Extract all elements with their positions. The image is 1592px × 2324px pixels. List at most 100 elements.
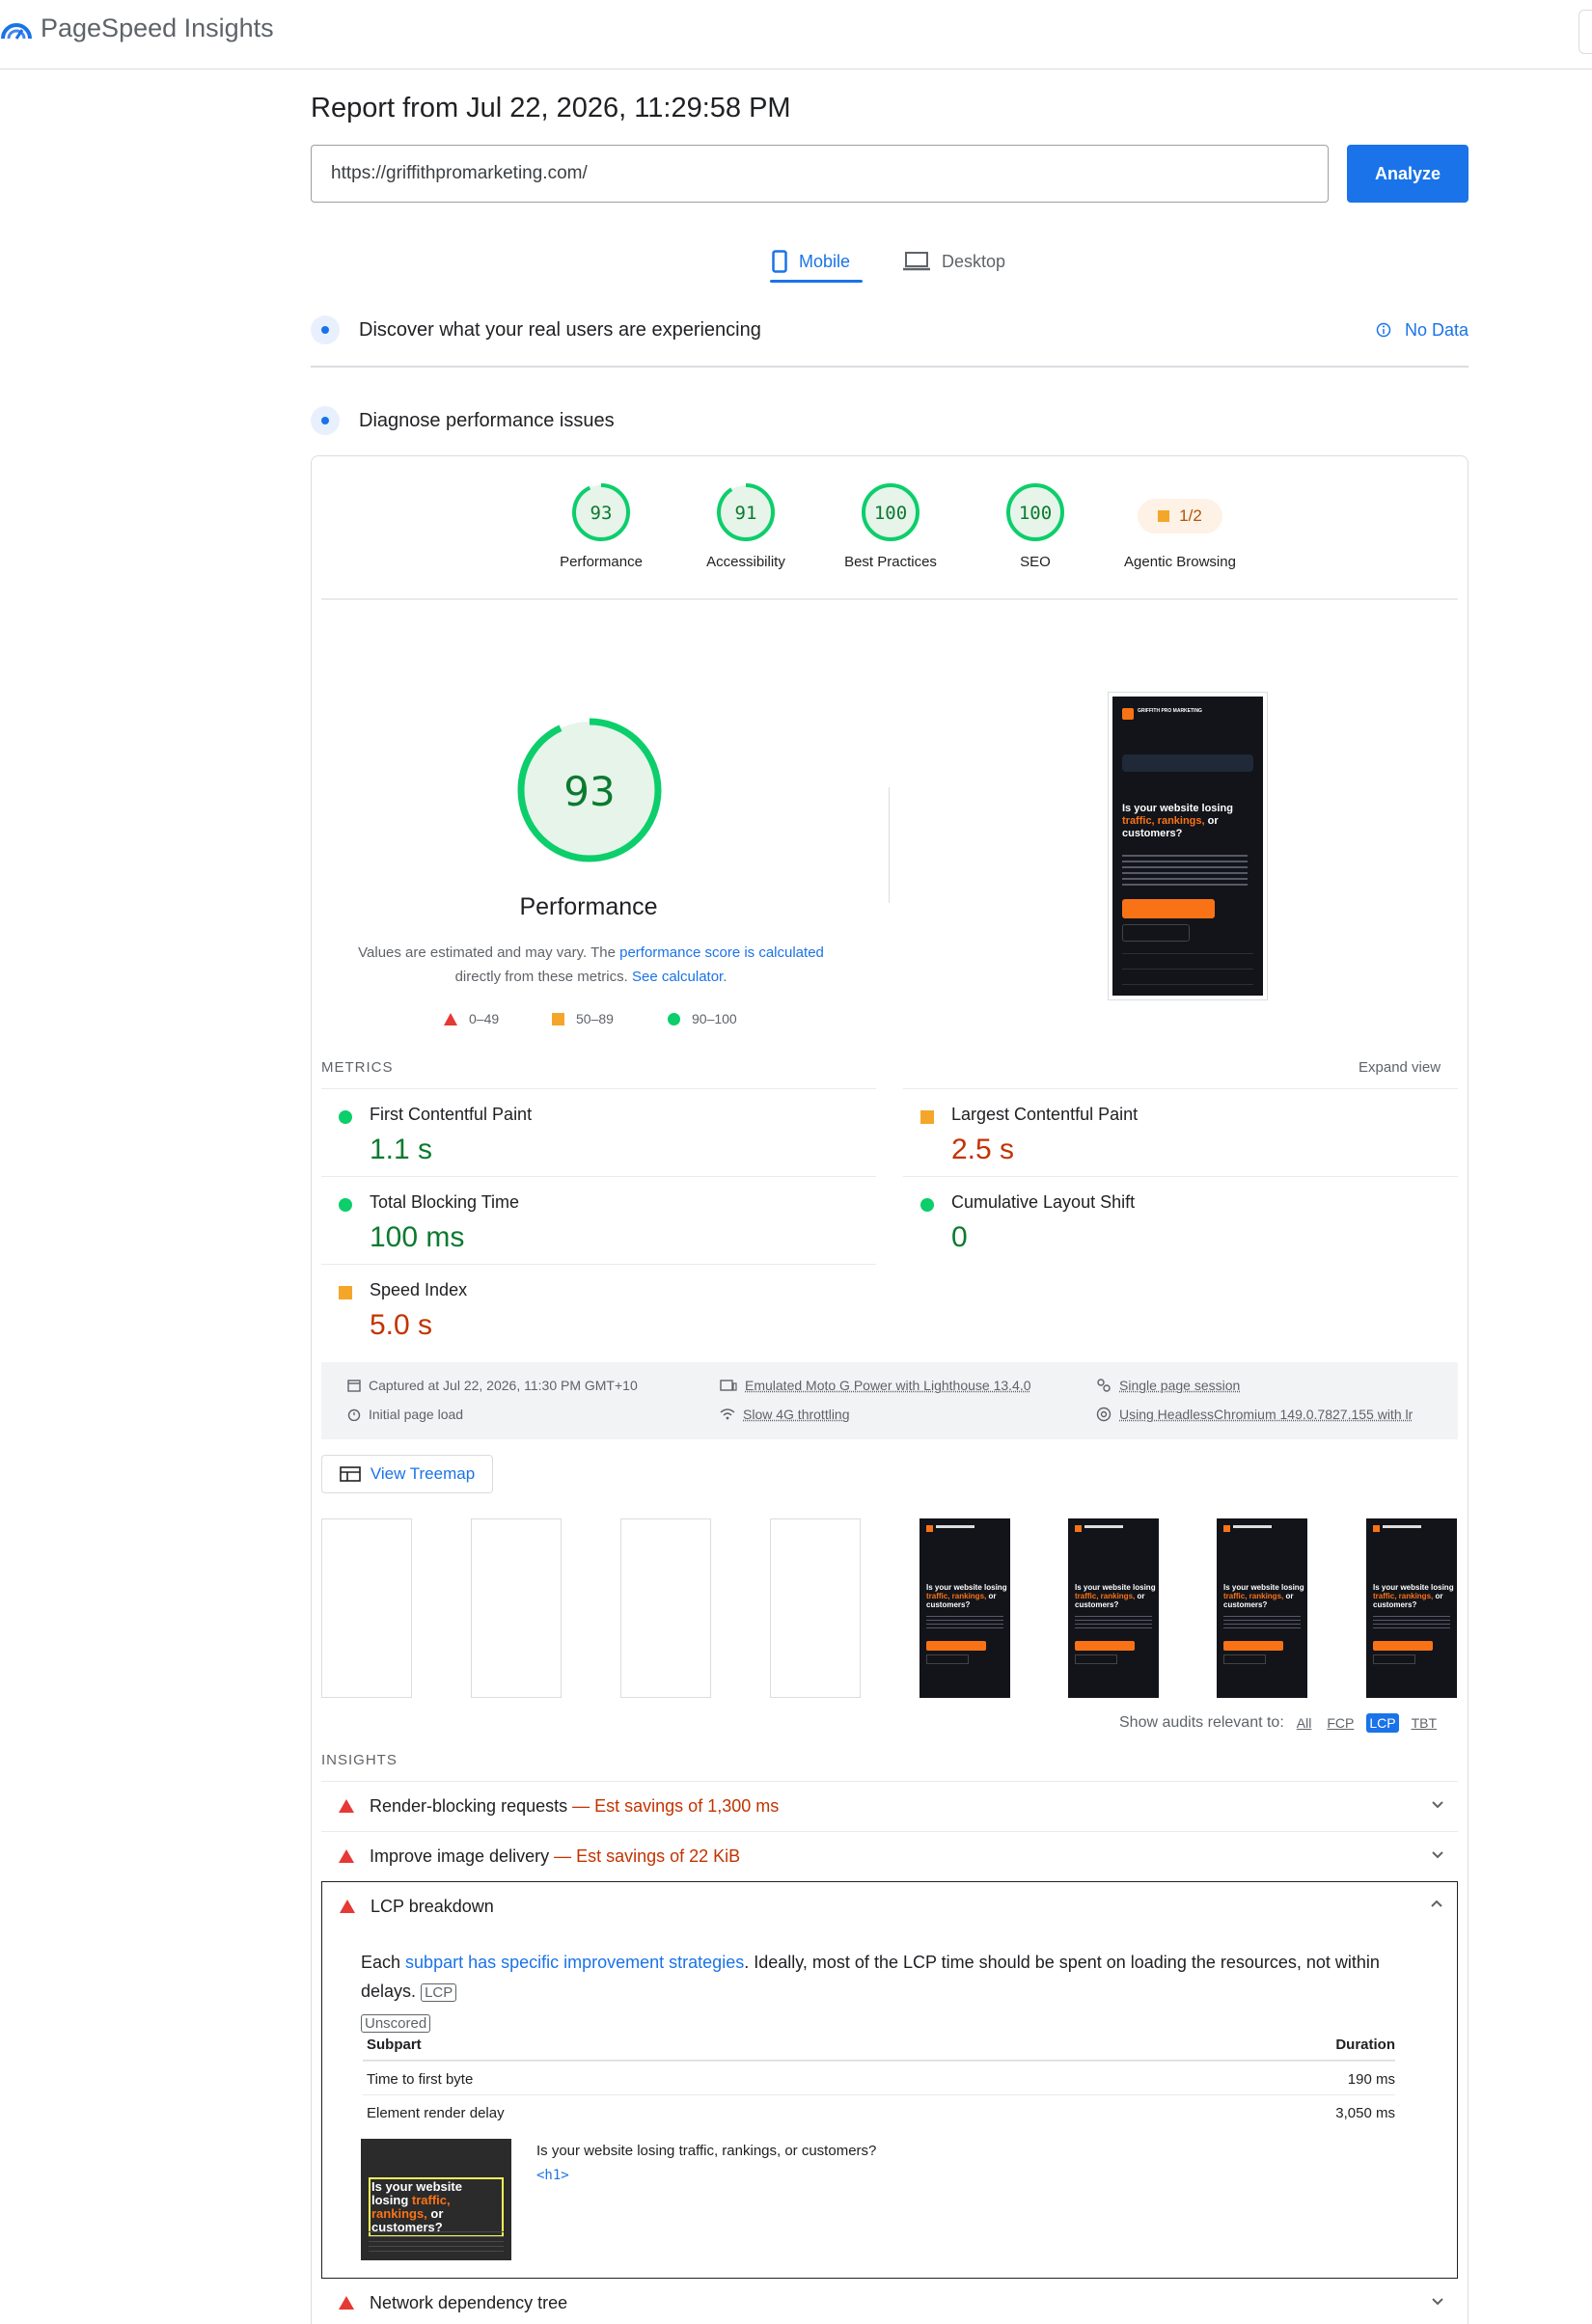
env-text: Single page session bbox=[1119, 1378, 1241, 1393]
pagespeed-logo-icon[interactable] bbox=[0, 14, 33, 42]
gauge-score: 93 bbox=[590, 503, 613, 524]
final-screenshot[interactable]: GRIFFITH PRO MARKETING Is your website l… bbox=[1108, 692, 1268, 1000]
env-text: Using HeadlessChromium 149.0.7827.155 wi… bbox=[1119, 1407, 1414, 1422]
users-icon bbox=[311, 315, 340, 344]
metric-value: 0 bbox=[951, 1221, 968, 1253]
env-session[interactable]: Single page session bbox=[1096, 1378, 1240, 1393]
metric-cls: Cumulative Layout Shift 0 bbox=[903, 1176, 1458, 1264]
chevron-down-icon bbox=[1432, 2298, 1443, 2306]
device-icon bbox=[720, 1380, 737, 1391]
gauge-score: 100 bbox=[1019, 503, 1052, 524]
improvement-strategies-link[interactable]: subpart has specific improvement strateg… bbox=[405, 1953, 744, 1972]
analyze-button[interactable]: Analyze bbox=[1347, 145, 1468, 203]
insight-network-dependency[interactable]: Network dependency tree bbox=[321, 2279, 1458, 2324]
score-ring: 93 bbox=[572, 483, 630, 541]
insight-savings: — Est savings of 22 KiB bbox=[554, 1846, 741, 1866]
env-throttling[interactable]: Slow 4G throttling bbox=[720, 1407, 850, 1422]
triangle-poor-icon bbox=[444, 1012, 457, 1025]
calendar-icon bbox=[347, 1380, 361, 1392]
legend-average: 50–89 bbox=[552, 1011, 614, 1026]
average-square-icon bbox=[920, 1110, 934, 1124]
lcp-element-highlight: Is your website losing traffic, rankings… bbox=[369, 2177, 504, 2237]
thumbnail-text-lines bbox=[369, 2231, 504, 2255]
view-treemap-button[interactable]: View Treemap bbox=[321, 1455, 493, 1493]
gauge-label: Best Practices bbox=[844, 554, 937, 570]
top-right-button[interactable] bbox=[1578, 10, 1592, 54]
gauge-agentic-browsing[interactable]: 1/2 Agentic Browsing bbox=[1108, 482, 1252, 570]
insight-savings: — Est savings of 1,300 ms bbox=[572, 1796, 780, 1816]
legend-label: 90–100 bbox=[692, 1011, 737, 1026]
legend-label: 50–89 bbox=[576, 1011, 614, 1026]
insight-render-blocking[interactable]: Render-blocking requests — Est savings o… bbox=[321, 1781, 1458, 1831]
lcp-element-thumbnail[interactable]: Is your website losing traffic, rankings… bbox=[361, 2139, 511, 2260]
filmstrip-frame: Is your website losing traffic, rankings… bbox=[1068, 1518, 1159, 1698]
metric-name: Cumulative Layout Shift bbox=[951, 1192, 1136, 1212]
square-average-icon bbox=[552, 1012, 564, 1025]
filmstrip-frame bbox=[770, 1518, 861, 1698]
lcp-subpart-table: Subpart Duration Time to first byte 190 … bbox=[363, 2027, 1395, 2128]
headline-accent: traffic, rankings, bbox=[1122, 815, 1205, 827]
warning-triangle-icon bbox=[339, 1799, 354, 1813]
env-device[interactable]: Emulated Moto G Power with Lighthouse 13… bbox=[720, 1378, 1031, 1393]
app-title[interactable]: PageSpeed Insights bbox=[41, 14, 274, 43]
chevron-down-icon bbox=[1432, 1801, 1443, 1809]
circle-good-icon bbox=[668, 1012, 680, 1025]
insight-title: LCP breakdown bbox=[371, 1897, 494, 1916]
diagnose-title: Diagnose performance issues bbox=[359, 409, 615, 431]
see-calculator-link[interactable]: See calculator. bbox=[632, 969, 727, 985]
score-ring: 91 bbox=[717, 483, 775, 541]
score-calculated-link[interactable]: performance score is calculated bbox=[619, 944, 824, 961]
info-icon bbox=[1376, 322, 1391, 338]
gauge-accessibility[interactable]: 91 Accessibility bbox=[673, 482, 818, 570]
filter-lcp[interactable]: LCP bbox=[1366, 1713, 1399, 1733]
metric-name: First Contentful Paint bbox=[370, 1105, 533, 1124]
lcp-breakdown-header[interactable]: LCP breakdown bbox=[322, 1882, 1457, 1932]
gauge-seo[interactable]: 100 SEO bbox=[963, 482, 1108, 570]
legend-good: 90–100 bbox=[668, 1011, 737, 1026]
filter-tbt[interactable]: TBT bbox=[1409, 1713, 1440, 1733]
site-cta-button bbox=[1122, 899, 1215, 918]
gauge-performance[interactable]: 93 Performance bbox=[529, 482, 673, 570]
performance-note: Values are estimated and may vary. The p… bbox=[328, 941, 854, 989]
good-dot-icon bbox=[339, 1110, 352, 1124]
session-icon bbox=[1097, 1379, 1111, 1392]
expand-view-toggle[interactable]: Expand view bbox=[1359, 1059, 1441, 1076]
table-cell: 3,050 ms bbox=[1335, 2105, 1395, 2121]
filter-fcp[interactable]: FCP bbox=[1324, 1713, 1357, 1733]
gauges-divider bbox=[321, 598, 1458, 600]
metric-si: Speed Index 5.0 s bbox=[321, 1264, 876, 1352]
env-text: Initial page load bbox=[369, 1407, 464, 1422]
insight-lcp-breakdown: LCP breakdown Each subpart has specific … bbox=[321, 1881, 1458, 2279]
note-text: Values are estimated and may vary. The bbox=[358, 944, 616, 961]
chevron-up-icon bbox=[1431, 1900, 1442, 1907]
url-input[interactable] bbox=[311, 145, 1329, 203]
insight-image-delivery[interactable]: Improve image delivery — Est savings of … bbox=[321, 1831, 1458, 1881]
tab-mobile[interactable]: Mobile bbox=[772, 239, 850, 284]
tab-desktop[interactable]: Desktop bbox=[903, 239, 1005, 284]
lcp-element-node[interactable]: <h1> bbox=[536, 2168, 569, 2183]
diagnose-section: Diagnose performance issues bbox=[311, 401, 1468, 440]
table-header: Subpart Duration bbox=[363, 2027, 1395, 2061]
field-data-title: Discover what your real users are experi… bbox=[359, 318, 761, 341]
filmstrip-frame bbox=[620, 1518, 711, 1698]
gauge-label: Accessibility bbox=[706, 554, 785, 570]
env-browser[interactable]: Using HeadlessChromium 149.0.7827.155 wi… bbox=[1096, 1407, 1413, 1422]
no-data-status[interactable]: No Data bbox=[1376, 320, 1468, 341]
agentic-score: 1/2 bbox=[1179, 506, 1202, 525]
site-divider bbox=[1122, 969, 1253, 970]
metric-name: Total Blocking Time bbox=[370, 1192, 520, 1212]
site-logo-icon bbox=[1122, 708, 1134, 720]
table-cell: 190 ms bbox=[1347, 2071, 1395, 2088]
metric-name: Largest Contentful Paint bbox=[951, 1105, 1139, 1124]
runtime-settings: Captured at Jul 22, 2026, 11:30 PM GMT+1… bbox=[321, 1362, 1458, 1439]
smartphone-icon bbox=[772, 250, 787, 273]
site-headline: Is your website losing traffic, rankings… bbox=[1122, 803, 1257, 840]
filter-all[interactable]: All bbox=[1294, 1713, 1315, 1733]
report-title: Report from Jul 22, 2026, 11:29:58 PM bbox=[311, 93, 791, 123]
score-ring: 100 bbox=[1006, 483, 1064, 541]
site-divider bbox=[1122, 984, 1253, 985]
gauge-best-practices[interactable]: 100 Best Practices bbox=[818, 482, 963, 570]
table-row: Time to first byte 190 ms bbox=[363, 2061, 1395, 2094]
metric-value: 100 ms bbox=[370, 1221, 465, 1253]
field-data-section[interactable]: Discover what your real users are experi… bbox=[311, 311, 1468, 349]
